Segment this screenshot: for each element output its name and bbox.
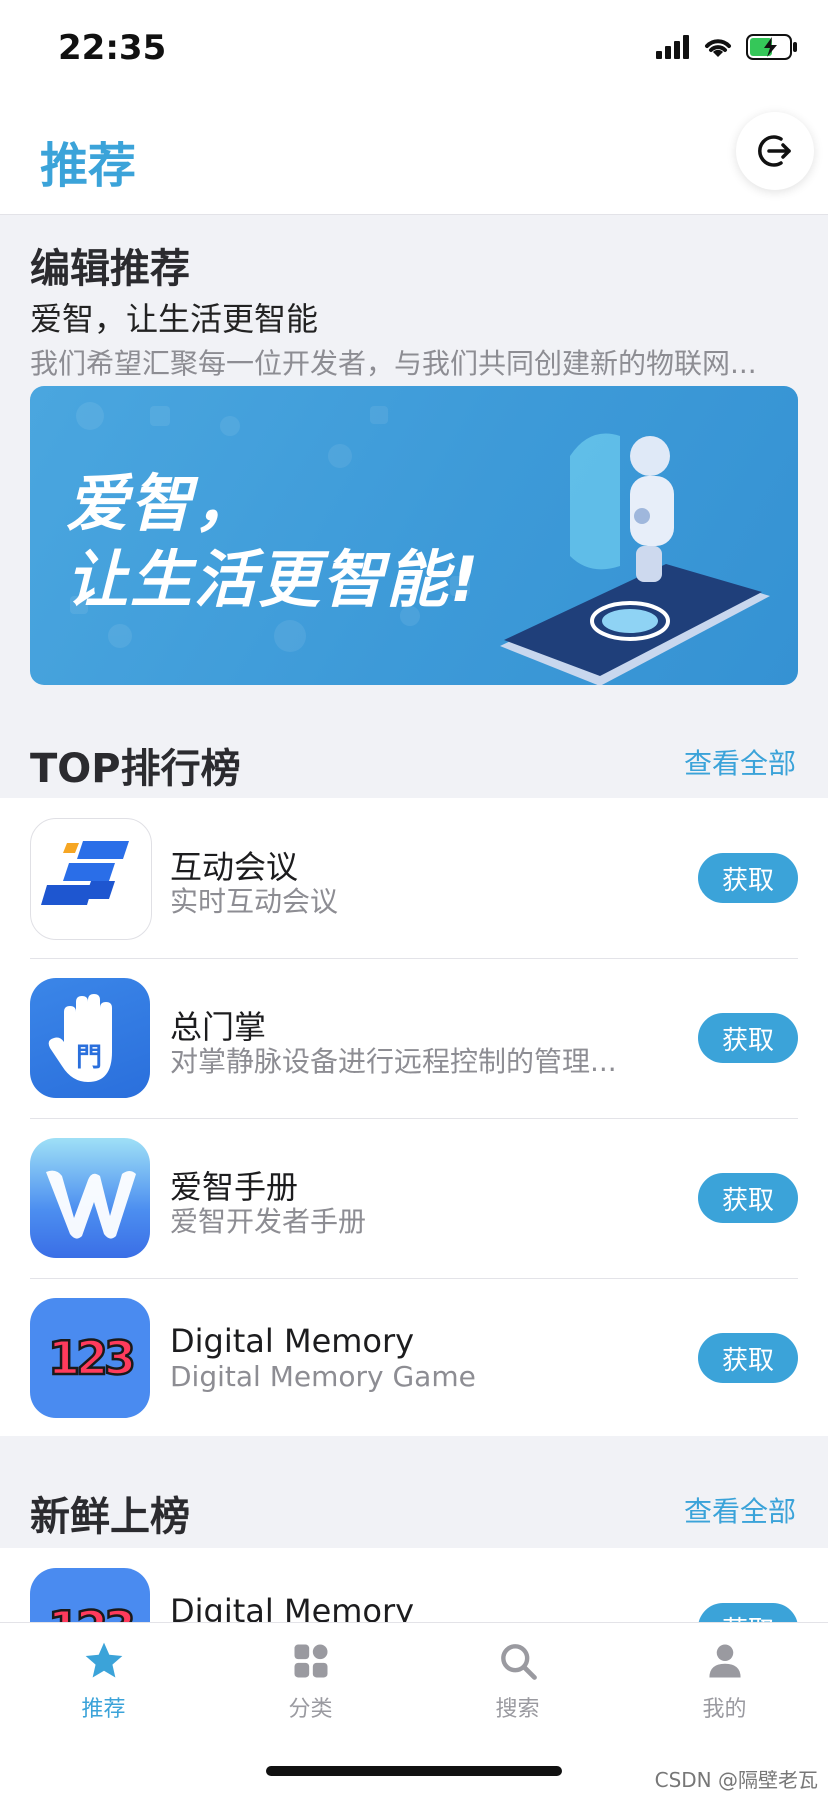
new-chart-see-all-link[interactable]: 查看全部 [684, 1490, 796, 1530]
new-chart-list: 123 Digital Memory 获取 [0, 1548, 828, 1622]
page-title: 推荐 [40, 138, 137, 194]
list-item-digital-memory[interactable]: 123 Digital Memory Digital Memory Game 获… [0, 1278, 828, 1438]
tab-label: 推荐 [81, 1697, 126, 1722]
tab-category[interactable]: 分类 [207, 1639, 414, 1723]
manual-app-icon [30, 1138, 150, 1258]
banner-line-1: 爱智， [66, 467, 259, 540]
logout-icon [758, 135, 791, 167]
list-item-palm-door[interactable]: 門 总门掌 对掌静脉设备进行远程控制的管理... 获取 [0, 958, 828, 1118]
top-chart-heading: TOP排行榜 [30, 746, 241, 792]
editors-pick-heading: 编辑推荐 [30, 246, 190, 292]
get-button[interactable]: 获取 [698, 1333, 798, 1383]
app-name: Digital Memory [170, 1322, 415, 1360]
digital-memory-app-icon: 123 [30, 1568, 150, 1622]
meeting-app-icon [30, 818, 152, 940]
get-button[interactable]: 获取 [698, 1173, 798, 1223]
grid-icon [294, 1644, 327, 1678]
palm-door-app-icon: 門 [30, 978, 150, 1098]
editors-pick-description: 我们希望汇聚每一位开发者，与我们共同创建新的物联网... [30, 347, 757, 380]
get-button[interactable]: 获取 [698, 853, 798, 903]
star-icon [85, 1642, 122, 1678]
home-indicator [266, 1766, 562, 1776]
top-chart-see-all-link[interactable]: 查看全部 [684, 742, 796, 782]
watermark: CSDN @隔壁老瓦 [654, 1768, 818, 1792]
battery-charging-icon [746, 34, 797, 60]
status-time: 22:35 [58, 28, 167, 68]
list-item-digital-memory-new[interactable]: 123 Digital Memory 获取 [0, 1548, 828, 1622]
banner-text: 爱智， 让生活更智能! [66, 466, 480, 618]
new-chart-heading: 新鲜上榜 [30, 1494, 190, 1540]
top-chart-list: 互动会议 实时互动会议 获取 門 总门掌 对掌静脉设备进行远程控制的管理... … [0, 798, 828, 1436]
list-item-meeting[interactable]: 互动会议 实时互动会议 获取 [0, 798, 828, 958]
app-subtitle: 实时互动会议 [170, 885, 339, 918]
tab-search[interactable]: 搜索 [414, 1639, 621, 1723]
logout-button[interactable] [736, 112, 814, 190]
tab-label: 我的 [702, 1697, 747, 1722]
app-subtitle: 爱智开发者手册 [170, 1205, 367, 1238]
list-item-manual[interactable]: 爱智手册 爱智开发者手册 获取 [0, 1118, 828, 1278]
tab-label: 搜索 [495, 1697, 540, 1722]
digital-memory-icon-text: 123 [48, 1601, 133, 1622]
app-subtitle: 对掌静脉设备进行远程控制的管理... [170, 1045, 617, 1078]
digital-memory-icon-text: 123 [48, 1331, 133, 1385]
banner-line-2: 让生活更智能! [66, 543, 481, 616]
status-icons [656, 34, 798, 60]
digital-memory-app-icon: 123 [30, 1298, 150, 1418]
tab-label: 分类 [288, 1697, 333, 1722]
get-button[interactable]: 获取 [698, 1013, 798, 1063]
get-button[interactable]: 获取 [698, 1603, 798, 1622]
app-subtitle: Digital Memory Game [170, 1360, 476, 1393]
person-icon [708, 1644, 741, 1678]
search-icon [500, 1644, 537, 1680]
feature-banner[interactable]: 爱智， 让生活更智能! [30, 386, 798, 685]
editors-pick-subheading: 爱智，让生活更智能 [30, 300, 319, 338]
tab-recommend[interactable]: 推荐 [0, 1639, 207, 1723]
palm-door-icon-text: 門 [76, 1043, 102, 1073]
wifi-icon [705, 39, 731, 57]
app-name: Digital Memory [170, 1592, 415, 1622]
tab-profile[interactable]: 我的 [621, 1639, 828, 1723]
signal-icon [656, 35, 689, 59]
